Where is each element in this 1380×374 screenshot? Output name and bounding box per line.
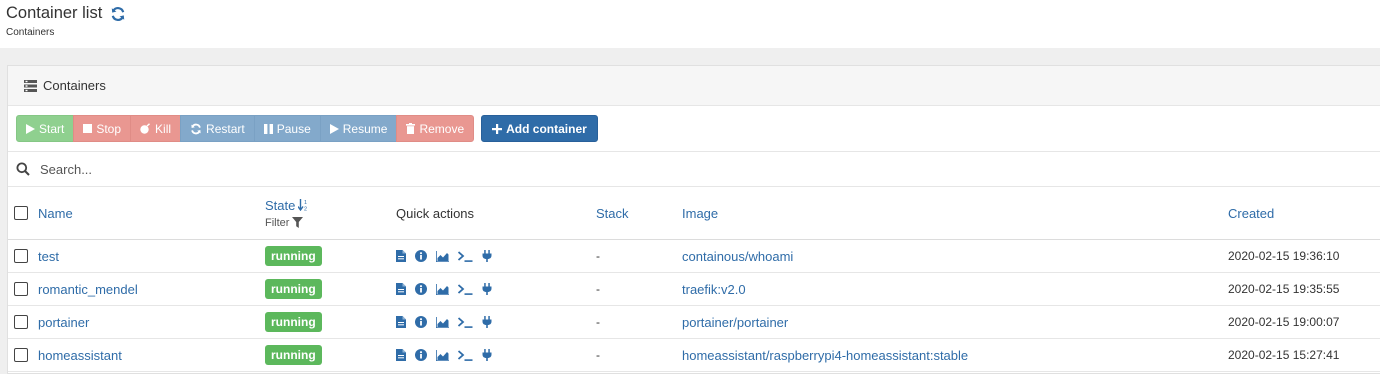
select-all-checkbox[interactable] — [14, 206, 28, 220]
image-link[interactable]: containous/whoami — [682, 249, 793, 264]
plus-icon — [492, 123, 503, 134]
table-header: Name State 1 2 Filter Quick actions Stac… — [8, 187, 1380, 240]
list-icon — [24, 79, 37, 92]
row-checkbox[interactable] — [14, 282, 28, 296]
image-link[interactable]: traefik:v2.0 — [682, 282, 746, 297]
resume-button[interactable]: Resume — [319, 115, 398, 142]
table-row: portainer running - portainer/portainer … — [8, 306, 1380, 339]
console-icon[interactable] — [458, 250, 473, 262]
stack-value: - — [596, 249, 600, 263]
add-container-button[interactable]: Add container — [481, 115, 598, 142]
attach-icon[interactable] — [482, 283, 492, 295]
image-link[interactable]: portainer/portainer — [682, 315, 788, 330]
container-name-link[interactable]: portainer — [38, 315, 89, 330]
quick-actions — [396, 250, 492, 262]
table-row: test running - containous/whoami 2020-02… — [8, 240, 1380, 273]
console-icon[interactable] — [458, 316, 473, 328]
start-button[interactable]: Start — [16, 115, 75, 142]
bomb-icon — [140, 123, 150, 134]
table-row: homeassistant running - homeassistant/ra… — [8, 339, 1380, 372]
table-row: romantic_mendel running - traefik:v2.0 2… — [8, 273, 1380, 306]
stack-value: - — [596, 315, 600, 329]
info-icon[interactable] — [415, 349, 427, 361]
sort-ascending-icon[interactable]: 1 2 — [298, 199, 309, 211]
column-header-created[interactable]: Created — [1228, 206, 1274, 221]
column-header-name[interactable]: Name — [38, 206, 73, 221]
pause-button[interactable]: Pause — [253, 115, 321, 142]
created-value: 2020-02-15 19:35:55 — [1228, 282, 1340, 296]
stop-button[interactable]: Stop — [73, 115, 132, 142]
container-name-link[interactable]: test — [38, 249, 59, 264]
breadcrumb: Containers — [6, 27, 55, 38]
attach-icon[interactable] — [482, 250, 492, 262]
filter-icon — [292, 217, 304, 228]
widget-header: Containers — [8, 66, 1380, 106]
refresh-icon[interactable] — [110, 6, 126, 22]
row-checkbox[interactable] — [14, 315, 28, 329]
logs-icon[interactable] — [396, 316, 406, 328]
quick-actions — [396, 349, 492, 361]
refresh-icon — [191, 123, 201, 134]
container-name-link[interactable]: romantic_mendel — [38, 282, 138, 297]
widget-title: Containers — [43, 78, 106, 93]
attach-icon[interactable] — [482, 349, 492, 361]
quick-actions — [396, 316, 492, 328]
action-toolbar: Start Stop Kill Restart Pause Resume Rem… — [16, 115, 598, 142]
image-link[interactable]: homeassistant/raspberrypi4-homeassistant… — [682, 348, 968, 363]
play-icon — [329, 123, 339, 134]
containers-widget: Containers Start Stop Kill Restart Pause… — [7, 65, 1380, 374]
column-header-stack[interactable]: Stack — [596, 206, 629, 221]
container-name-link[interactable]: homeassistant — [38, 348, 122, 363]
status-badge: running — [265, 279, 322, 299]
stack-value: - — [596, 348, 600, 362]
svg-text:2: 2 — [304, 207, 307, 212]
row-checkbox[interactable] — [14, 348, 28, 362]
created-value: 2020-02-15 19:36:10 — [1228, 249, 1340, 263]
column-header-quick-actions: Quick actions — [396, 205, 475, 221]
play-icon — [26, 123, 35, 134]
column-header-image[interactable]: Image — [682, 206, 718, 221]
stats-icon[interactable] — [436, 349, 449, 361]
trash-icon — [406, 123, 416, 134]
stop-icon — [83, 124, 93, 133]
column-header-state[interactable]: State — [265, 198, 295, 213]
page-header: Container list Containers — [6, 4, 126, 38]
pause-icon — [263, 123, 273, 134]
remove-button[interactable]: Remove — [396, 115, 475, 142]
created-value: 2020-02-15 15:27:41 — [1228, 348, 1340, 362]
search-input[interactable] — [38, 160, 438, 178]
search-bar — [8, 151, 1380, 187]
logs-icon[interactable] — [396, 349, 406, 361]
info-icon[interactable] — [415, 283, 427, 295]
search-icon — [16, 162, 30, 176]
status-badge: running — [265, 345, 322, 365]
stats-icon[interactable] — [436, 250, 449, 262]
row-checkbox[interactable] — [14, 249, 28, 263]
attach-icon[interactable] — [482, 316, 492, 328]
page-title: Container list — [6, 4, 103, 22]
status-badge: running — [265, 312, 322, 332]
console-icon[interactable] — [458, 349, 473, 361]
created-value: 2020-02-15 19:00:07 — [1228, 315, 1340, 329]
stats-icon[interactable] — [436, 283, 449, 295]
quick-actions — [396, 283, 492, 295]
logs-icon[interactable] — [396, 250, 406, 262]
state-filter[interactable]: Filter — [265, 217, 309, 229]
svg-text:1: 1 — [304, 200, 307, 206]
stats-icon[interactable] — [436, 316, 449, 328]
containers-table: Name State 1 2 Filter Quick actions Stac… — [8, 187, 1380, 372]
info-icon[interactable] — [415, 250, 427, 262]
stack-value: - — [596, 282, 600, 296]
restart-button[interactable]: Restart — [180, 115, 255, 142]
console-icon[interactable] — [458, 283, 473, 295]
logs-icon[interactable] — [396, 283, 406, 295]
table-body: test running - containous/whoami 2020-02… — [8, 240, 1380, 372]
info-icon[interactable] — [415, 316, 427, 328]
status-badge: running — [265, 246, 322, 266]
kill-button[interactable]: Kill — [130, 115, 182, 142]
